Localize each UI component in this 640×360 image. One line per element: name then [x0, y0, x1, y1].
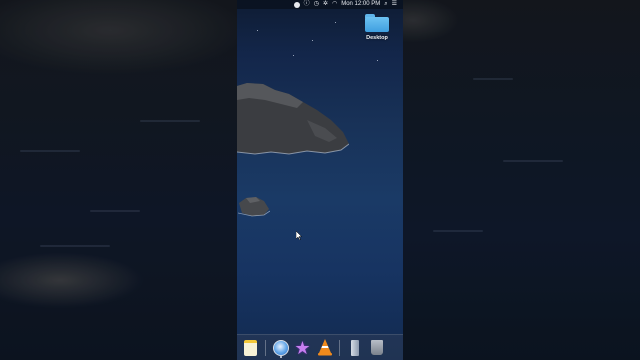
desktop-folder[interactable]: Desktop [362, 14, 392, 41]
dock-separator [265, 339, 266, 356]
dock-item-vlc[interactable] [315, 338, 334, 357]
desktop-folder-label: Desktop [366, 35, 388, 41]
search-icon[interactable]: ⌕ [384, 0, 387, 9]
star [312, 40, 313, 41]
accessibility-icon[interactable]: ✲ [323, 0, 328, 9]
star [257, 30, 258, 31]
running-indicator [279, 356, 282, 358]
folder-icon [365, 14, 389, 32]
wave-line [140, 120, 200, 122]
menu-bar: ⓘ ◷ ✲ ◠ Mon 12:00 PM ⌕ ☰ [237, 0, 403, 9]
dock-item-preview[interactable] [345, 338, 364, 357]
macos-desktop[interactable]: ⓘ ◷ ✲ ◠ Mon 12:00 PM ⌕ ☰ Desktop ★ [237, 0, 403, 360]
dock-item-notes[interactable] [241, 338, 260, 357]
right-backdrop [403, 0, 640, 360]
control-center-icon[interactable]: ☰ [392, 0, 397, 9]
star [335, 22, 336, 23]
wave-line [20, 150, 80, 152]
left-backdrop [0, 0, 237, 360]
sea-rock [238, 197, 270, 217]
trash-icon [370, 340, 383, 355]
wave-line [473, 78, 513, 80]
record-icon[interactable] [293, 1, 300, 8]
menubar-clock[interactable]: Mon 12:00 PM [341, 0, 380, 9]
wifi-icon[interactable]: ◠ [332, 0, 337, 9]
dock-item-safari[interactable] [271, 338, 290, 358]
wave-line [433, 230, 483, 232]
mouse-cursor-icon [296, 231, 302, 240]
imovie-star-icon: ★ [294, 337, 311, 358]
wave-line [503, 160, 563, 162]
preview-icon [350, 339, 359, 356]
wave-line [90, 210, 140, 212]
safari-icon [272, 339, 289, 356]
star [377, 60, 378, 61]
dock-item-imovie[interactable]: ★ [293, 338, 312, 357]
dock: ★ [237, 334, 403, 360]
info-icon[interactable]: ⓘ [304, 0, 310, 9]
clock-icon[interactable]: ◷ [314, 0, 319, 9]
dock-separator [339, 339, 340, 356]
island-rock [237, 83, 349, 155]
notes-icon [244, 339, 257, 356]
dock-item-trash[interactable] [367, 338, 386, 357]
star [293, 55, 294, 56]
wave-line [40, 245, 110, 247]
vlc-icon [317, 339, 332, 356]
